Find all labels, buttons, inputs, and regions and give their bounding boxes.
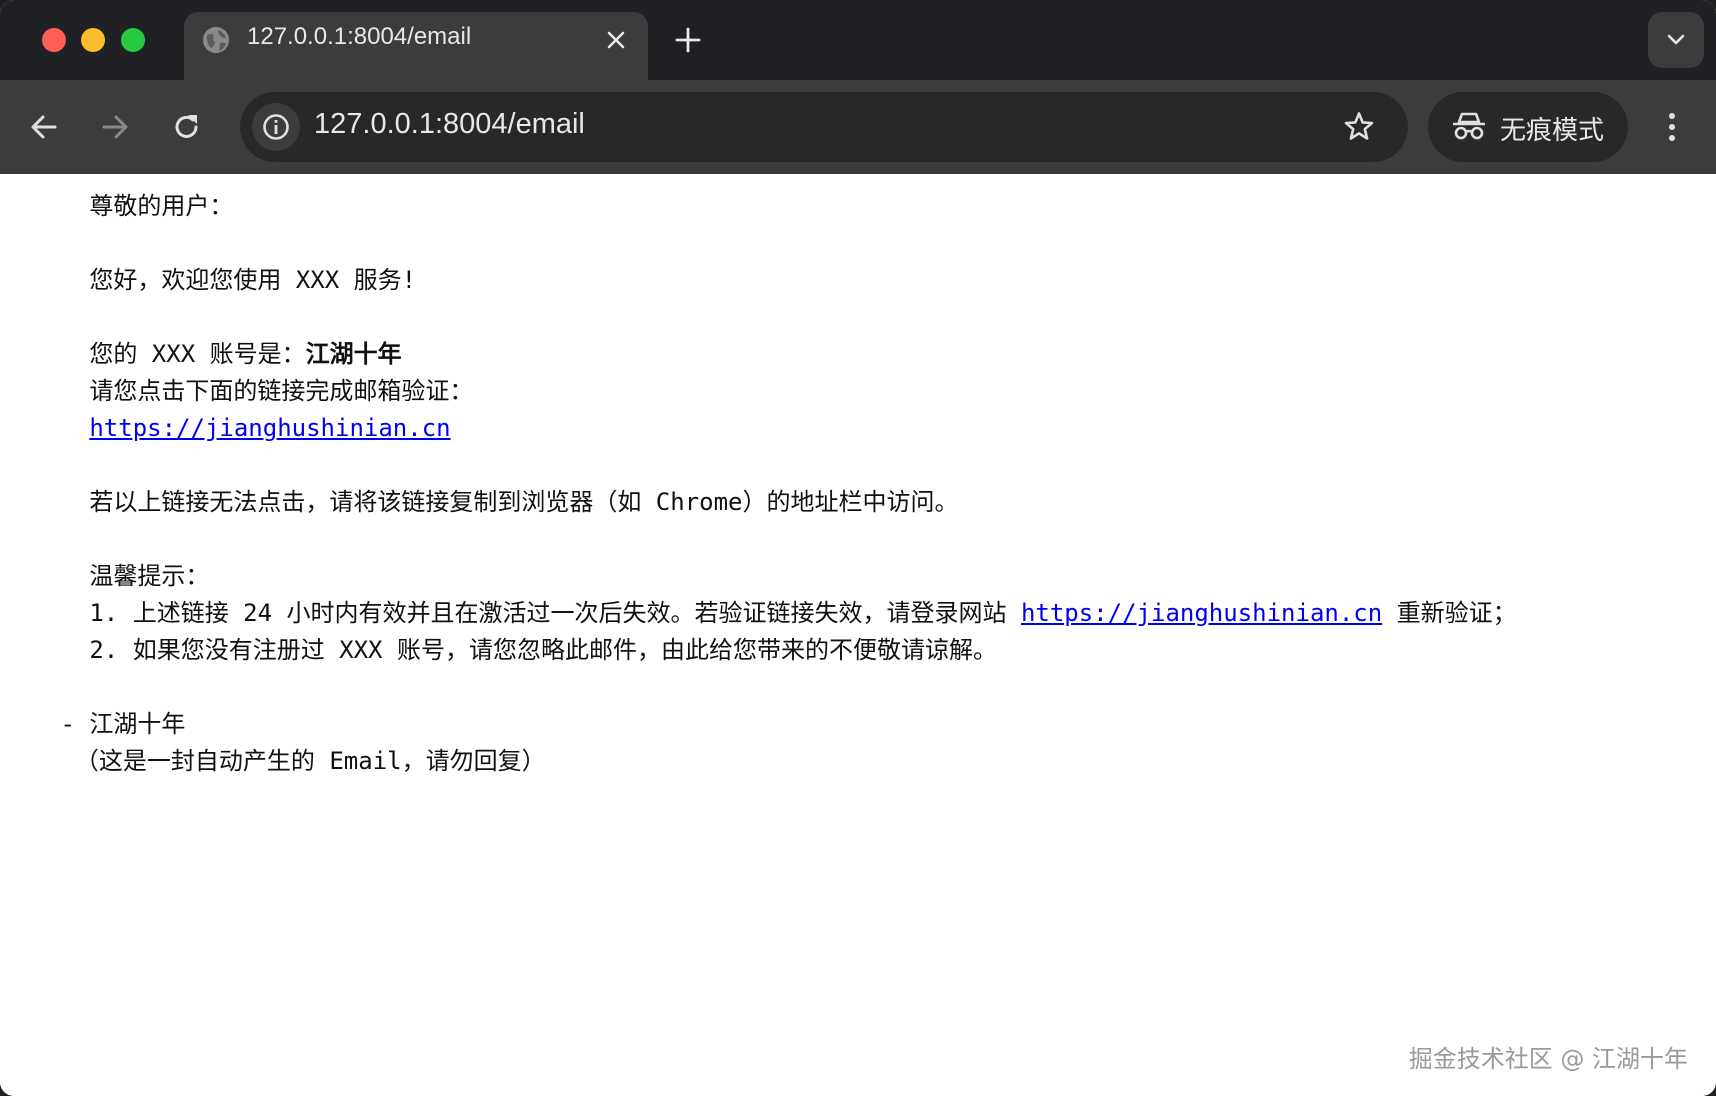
window-close-button[interactable] <box>42 28 66 52</box>
toolbar: 127.0.0.1:8004/email 无痕模式 <box>0 80 1716 174</box>
tab-strip: 127.0.0.1:8004/email <box>0 0 1716 80</box>
email-signature: - 江湖十年 <box>60 710 186 738</box>
incognito-label: 无痕模式 <box>1500 116 1605 146</box>
verify-link[interactable]: https://jianghushinian.cn <box>89 414 450 442</box>
tip-1-suffix: 重新验证； <box>1382 599 1517 627</box>
window-maximize-button[interactable] <box>121 28 145 52</box>
tip-1-link[interactable]: https://jianghushinian.cn <box>1021 599 1382 627</box>
tip-2: 2. 如果您没有注册过 XXX 账号，请您忽略此邮件，由此给您带来的不便敬请谅解… <box>89 636 997 664</box>
email-body: 尊敬的用户： 您好，欢迎您使用 XXX 服务! 您的 XXX 账号是：江湖十年 … <box>46 188 1517 780</box>
reload-icon[interactable] <box>170 110 204 144</box>
close-icon[interactable] <box>602 26 630 54</box>
info-icon <box>263 114 289 140</box>
tab-title: 127.0.0.1:8004/email <box>247 23 472 50</box>
site-info-button[interactable] <box>252 103 300 151</box>
page-content: 尊敬的用户： 您好，欢迎您使用 XXX 服务! 您的 XXX 账号是：江湖十年 … <box>0 174 1716 1096</box>
back-arrow-icon[interactable] <box>27 110 61 144</box>
address-bar[interactable]: 127.0.0.1:8004/email <box>240 92 1408 162</box>
more-vert-icon[interactable] <box>1658 110 1686 144</box>
tips-title: 温馨提示： <box>89 562 210 590</box>
tab-active[interactable]: 127.0.0.1:8004/email <box>184 12 648 80</box>
email-fallback-note: 若以上链接无法点击，请将该链接复制到浏览器（如 Chrome）的地址栏中访问。 <box>89 488 959 516</box>
tab-search-button[interactable] <box>1648 12 1704 68</box>
globe-icon <box>203 27 229 53</box>
tip-1-prefix: 1. 上述链接 24 小时内有效并且在激活过一次后失效。若验证链接失效，请登录网… <box>89 599 1021 627</box>
email-account-name: 江湖十年 <box>305 340 402 368</box>
email-welcome: 您好，欢迎您使用 XXX 服务! <box>89 266 417 294</box>
email-verify-prompt: 请您点击下面的链接完成邮箱验证： <box>89 377 474 405</box>
incognito-button[interactable]: 无痕模式 <box>1428 92 1628 162</box>
forward-arrow-icon[interactable] <box>98 110 132 144</box>
window-minimize-button[interactable] <box>81 28 105 52</box>
browser-window: 127.0.0.1:8004/email 127.0.0.1:8004/emai… <box>0 0 1716 1096</box>
watermark: 掘金技术社区 @ 江湖十年 <box>1408 1045 1688 1073</box>
incognito-icon <box>1453 112 1485 140</box>
email-auto-note: （这是一封自动产生的 Email，请勿回复） <box>74 747 546 775</box>
chevron-down-icon <box>1667 34 1685 45</box>
email-account-prefix: 您的 XXX 账号是： <box>89 340 306 368</box>
url-text[interactable]: 127.0.0.1:8004/email <box>314 108 585 141</box>
plus-icon[interactable] <box>672 24 704 56</box>
star-icon[interactable] <box>1342 110 1376 144</box>
email-greeting: 尊敬的用户： <box>89 192 234 220</box>
